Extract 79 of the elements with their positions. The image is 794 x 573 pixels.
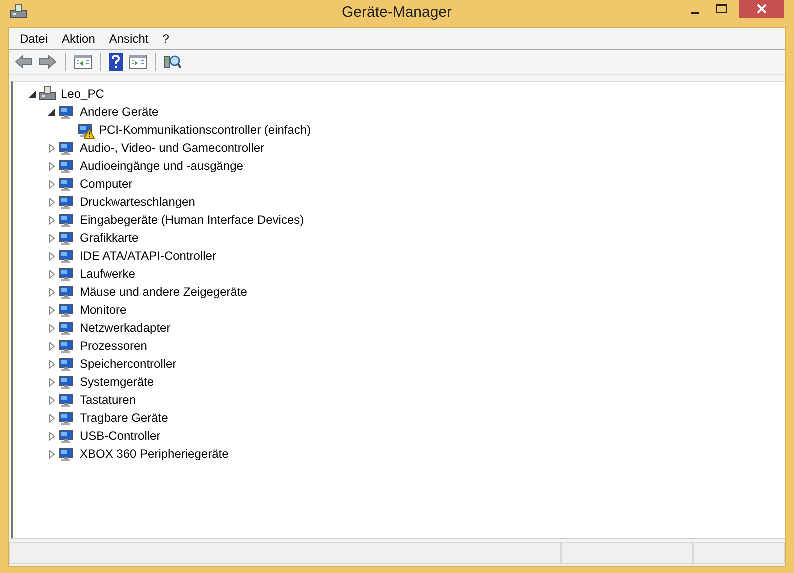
- device-icon: [58, 392, 74, 408]
- magnifier-icon: [164, 54, 182, 70]
- device-icon: [58, 212, 74, 228]
- tree-item[interactable]: Speichercontroller: [79, 357, 178, 371]
- tree-item[interactable]: Tragbare Geräte: [79, 411, 170, 425]
- menu-item[interactable]: ?: [156, 32, 176, 46]
- device-icon: [58, 410, 74, 426]
- device-icon: [58, 302, 74, 318]
- tree-item[interactable]: USB-Controller: [79, 429, 162, 443]
- tree-item[interactable]: PCI-Kommunikationscontroller (einfach): [98, 123, 312, 137]
- expander-toggle[interactable]: [46, 108, 58, 116]
- tree-item[interactable]: XBOX 360 Peripheriegeräte: [79, 447, 230, 461]
- device-icon: [58, 428, 74, 444]
- device-icon: [58, 266, 74, 282]
- panel-icon: [74, 55, 92, 69]
- expander-toggle[interactable]: [46, 198, 58, 206]
- tree-item[interactable]: Computer: [79, 177, 134, 191]
- device-icon: [58, 194, 74, 210]
- computer-icon: [39, 86, 57, 102]
- expander-toggle[interactable]: [46, 324, 58, 332]
- tree-item[interactable]: Tastaturen: [79, 393, 138, 407]
- device-icon: [58, 320, 74, 336]
- menu-item[interactable]: Ansicht: [102, 32, 156, 46]
- expander-toggle[interactable]: [46, 252, 58, 260]
- tree-item[interactable]: Grafikkarte: [79, 231, 140, 245]
- expander-toggle[interactable]: [46, 432, 58, 440]
- expander-toggle[interactable]: [46, 378, 58, 386]
- minimize-icon: [690, 12, 698, 14]
- device-icon: [58, 374, 74, 390]
- menu-item[interactable]: Aktion: [55, 32, 102, 46]
- expander-toggle[interactable]: [46, 360, 58, 368]
- tree-item[interactable]: Netzwerkadapter: [79, 321, 172, 335]
- app-icon: [10, 4, 28, 20]
- tree-item[interactable]: Mäuse und andere Zeigegeräte: [79, 285, 248, 299]
- expander-toggle[interactable]: [46, 216, 58, 224]
- help-icon: [109, 53, 123, 71]
- expander-toggle[interactable]: [46, 234, 58, 242]
- menu-item[interactable]: Datei: [13, 32, 56, 46]
- tree-item[interactable]: Audio-, Video- und Gamecontroller: [79, 141, 266, 155]
- tree-item[interactable]: IDE ATA/ATAPI-Controller: [79, 249, 218, 263]
- tree-item[interactable]: Andere Geräte: [79, 105, 160, 119]
- window-title: Geräte-Manager: [342, 4, 452, 21]
- device-icon: [58, 104, 74, 120]
- device-icon: [58, 176, 74, 192]
- expander-toggle[interactable]: [27, 90, 39, 98]
- tree-item[interactable]: Eingabegeräte (Human Interface Devices): [79, 213, 306, 227]
- tree-item[interactable]: Leo_PC: [60, 87, 106, 101]
- device-icon: [58, 356, 74, 372]
- device-icon: [58, 158, 74, 174]
- expander-toggle[interactable]: [46, 396, 58, 404]
- expander-toggle[interactable]: [46, 144, 58, 152]
- tree-item[interactable]: Laufwerke: [79, 267, 136, 281]
- tree-item[interactable]: Druckwarteschlangen: [79, 195, 196, 209]
- tree-item[interactable]: Systemgeräte: [79, 375, 156, 389]
- expander-toggle[interactable]: [46, 180, 58, 188]
- device-icon: [77, 122, 93, 138]
- expander-toggle[interactable]: [46, 306, 58, 314]
- tree-item[interactable]: Monitore: [79, 303, 128, 317]
- help-button[interactable]: [107, 51, 125, 73]
- expander-toggle[interactable]: [46, 414, 58, 422]
- close-button[interactable]: [739, 0, 784, 18]
- device-icon: [58, 284, 74, 300]
- device-icon: [58, 230, 74, 246]
- maximize-icon: [716, 4, 727, 14]
- device-icon: [58, 338, 74, 354]
- close-icon: [756, 4, 766, 14]
- tree-item[interactable]: Prozessoren: [79, 339, 148, 353]
- panel-icon: [129, 55, 147, 69]
- expander-toggle[interactable]: [46, 342, 58, 350]
- expander-toggle[interactable]: [46, 270, 58, 278]
- expander-toggle[interactable]: [46, 288, 58, 296]
- right-arrow-icon: [39, 55, 57, 69]
- device-icon: [58, 446, 74, 462]
- left-arrow-icon: [15, 55, 33, 69]
- expander-toggle[interactable]: [46, 162, 58, 170]
- device-icon: [58, 140, 74, 156]
- tree-item[interactable]: Audioeingänge und -ausgänge: [79, 159, 244, 173]
- device-icon: [58, 248, 74, 264]
- expander-toggle[interactable]: [46, 450, 58, 458]
